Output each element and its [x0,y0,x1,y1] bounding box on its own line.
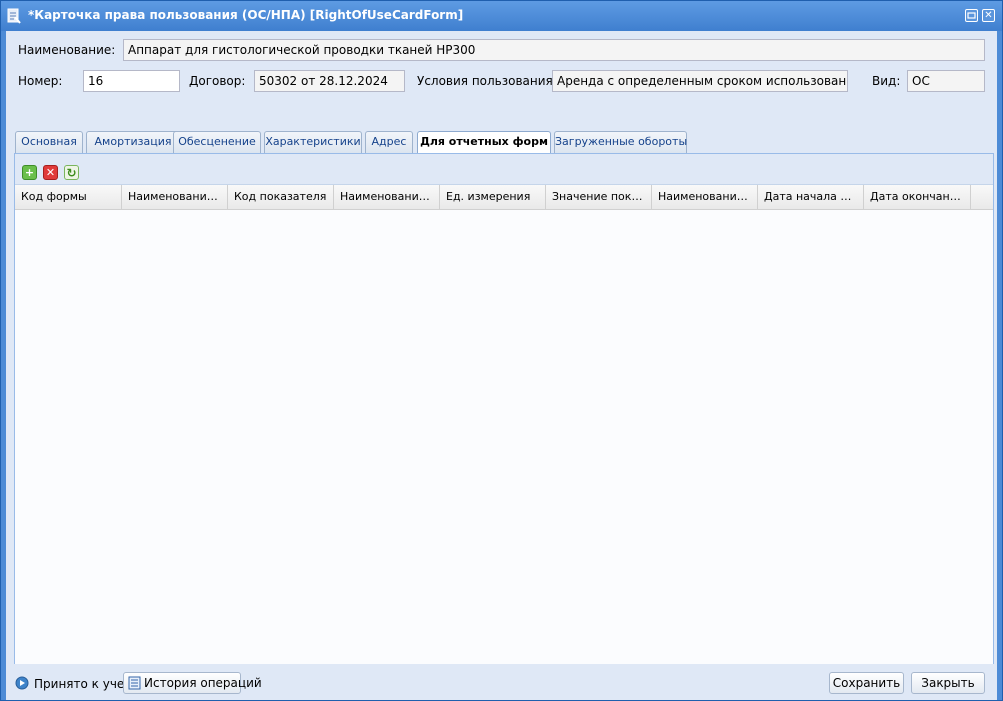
name-label: Наименование: [18,43,116,57]
contract-field[interactable]: 50302 от 28.12.2024 [254,70,405,92]
column-end-date[interactable]: Дата окончания ... [864,185,971,209]
conditions-field[interactable]: Аренда с определенным сроком использован… [552,70,848,92]
number-field[interactable]: 16 [83,70,180,92]
add-icon[interactable]: + [22,165,37,180]
column-form-name[interactable]: Наименование ф... [122,185,228,209]
history-button-label: История операций [144,676,262,690]
kind-field[interactable]: ОС [907,70,985,92]
number-label: Номер: [18,74,63,88]
name-field[interactable]: Аппарат для гистологической проводки тка… [123,39,985,61]
contract-label: Договор: [189,74,246,88]
window-title: *Карточка права пользования (ОС/НПА) [Ri… [28,8,464,22]
tab-reporting-forms[interactable]: Для отчетных форм [417,131,551,154]
column-form-code[interactable]: Код формы [15,185,122,209]
title-bar[interactable]: *Карточка права пользования (ОС/НПА) [Ri… [1,1,1002,31]
tab-strip: Основная Амортизация Обесценение Характе… [14,131,994,154]
tab-address[interactable]: Адрес [365,131,413,153]
history-button[interactable]: История операций [123,672,262,694]
column-unit[interactable]: Ед. измерения [440,185,546,209]
tab-impairment[interactable]: Обесценение [173,131,261,153]
restore-icon[interactable] [965,9,978,22]
tab-main[interactable]: Основная [15,131,83,153]
delete-icon[interactable]: ✕ [43,165,58,180]
tab-amortization[interactable]: Амортизация [86,131,180,153]
tab-loaded-turnovers[interactable]: Загруженные обороты [554,131,687,153]
grid-header: Код формы Наименование ф... Код показате… [15,185,993,210]
accepted-info-icon [15,676,29,690]
close-button[interactable]: Закрыть [911,672,985,694]
kind-label: Вид: [872,74,901,88]
close-icon[interactable]: ✕ [982,9,995,22]
column-indicator-name[interactable]: Наименование п... [334,185,440,209]
column-value-name[interactable]: Наименование з... [652,185,758,209]
save-button[interactable]: Сохранить [829,672,904,694]
form-body: Наименование: Аппарат для гистологическо… [6,31,997,679]
column-indicator-code[interactable]: Код показателя [228,185,334,209]
column-indicator-value[interactable]: Значение показа... [546,185,652,209]
grid-body[interactable] [15,210,993,678]
card-window: *Карточка права пользования (ОС/НПА) [Ri… [0,0,1003,701]
conditions-label: Условия пользования: [417,74,557,88]
refresh-icon[interactable]: ↻ [64,165,79,180]
grid-toolbar: + ✕ ↻ [15,154,993,185]
reporting-forms-panel: + ✕ ↻ Код формы Наименование ф... Код по… [14,153,994,679]
list-icon [128,676,141,690]
app-icon [7,8,21,24]
footer-bar: Принято к учету История операций Сохрани… [6,664,997,700]
column-start-date[interactable]: Дата начала дей... [758,185,864,209]
tab-characteristics[interactable]: Характеристики [264,131,362,153]
